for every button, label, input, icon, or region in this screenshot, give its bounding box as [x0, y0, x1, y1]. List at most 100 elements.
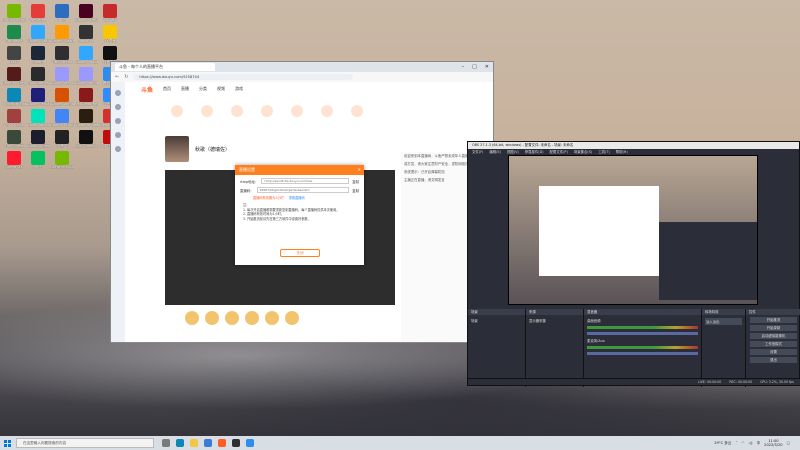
desktop-icon[interactable]: Adobe Animate: [50, 88, 74, 106]
desktop-icon[interactable]: Steam: [26, 46, 50, 64]
desktop-icon[interactable]: Adobe Bridge: [74, 109, 98, 127]
desktop-icon[interactable]: Adobe Media Encoder: [26, 88, 50, 106]
desktop-icon[interactable]: BattlEye: [74, 25, 98, 43]
close-dialog-button[interactable]: 关闭: [280, 249, 320, 257]
category-icon[interactable]: [321, 105, 333, 117]
desktop-icon[interactable]: NVIDIA Geforce: [2, 4, 26, 22]
minimize-icon[interactable]: –: [462, 64, 465, 70]
reset-key-link[interactable]: 重置直播码: [289, 196, 305, 200]
source-item[interactable]: 显示器采集: [529, 318, 580, 323]
store-icon[interactable]: [204, 439, 212, 447]
start-streaming-button[interactable]: 开始推流: [750, 317, 797, 323]
avatar[interactable]: [165, 136, 189, 162]
nav-item[interactable]: 分类: [199, 86, 207, 92]
network-icon[interactable]: ◠: [741, 441, 744, 445]
gift-icon[interactable]: [225, 311, 239, 325]
start-recording-button[interactable]: 开始录制: [750, 325, 797, 331]
refresh-icon[interactable]: ↻: [124, 74, 128, 80]
browser-tab[interactable]: 斗鱼 - 每个人的直播平台: [115, 63, 215, 71]
weather-widget[interactable]: 29°C 多云: [714, 441, 731, 446]
gift-icon[interactable]: [205, 311, 219, 325]
desktop-icon[interactable]: Adobe After Effects: [50, 67, 74, 85]
desktop-icon[interactable]: WeGame: [26, 4, 50, 22]
desktop-icon[interactable]: OBS Studio: [50, 46, 74, 64]
gift-icon[interactable]: [285, 311, 299, 325]
desktop-icon[interactable]: Microsoft Edge: [2, 88, 26, 106]
nav-item[interactable]: 直播: [181, 86, 189, 92]
desktop-icon[interactable]: GeForce Experience: [50, 151, 74, 169]
category-icon[interactable]: [231, 105, 243, 117]
menu-item[interactable]: 编辑(E): [489, 149, 501, 155]
desktop-icon[interactable]: Adobe Photoshop: [74, 46, 98, 64]
desktop-icon[interactable]: Adobe Dimension: [26, 130, 50, 148]
obs-preview[interactable]: [508, 155, 758, 305]
address-bar[interactable]: https://www.douyu.com/9258744: [133, 74, 354, 80]
category-icon[interactable]: [351, 105, 363, 117]
stream-key-field[interactable]: 9258744rgXnOuGmJe?wsSecret=: [256, 187, 350, 193]
desktop-icon[interactable]: Dead by Daylight: [2, 67, 26, 85]
desktop-icon[interactable]: AIDA64: [98, 4, 122, 22]
settings-button[interactable]: 设置: [750, 349, 797, 355]
volume-icon[interactable]: ◁): [748, 441, 752, 445]
desktop-icon[interactable]: The Forest: [2, 130, 26, 148]
edge-icon[interactable]: [176, 439, 184, 447]
maximize-icon[interactable]: □: [472, 64, 477, 70]
ime-indicator[interactable]: 中: [757, 441, 761, 446]
desktop-icon[interactable]: 雷鸟: [50, 4, 74, 22]
desktop-icon[interactable]: Adobe Audition: [26, 109, 50, 127]
close-icon[interactable]: ✕: [485, 64, 489, 70]
obs-app-icon[interactable]: [232, 439, 240, 447]
virtual-camera-button[interactable]: 启动虚拟摄像机: [750, 333, 797, 339]
transition-select[interactable]: 淡入淡出: [705, 318, 742, 325]
file-explorer-icon[interactable]: [190, 439, 198, 447]
copy-server-button[interactable]: 复制: [352, 179, 359, 184]
menu-item[interactable]: 文件(F): [472, 149, 483, 155]
server-field[interactable]: rtmp://sendtc3a.douyu.com/live: [261, 178, 350, 184]
desktop-icon[interactable]: Red Dead Redemption: [74, 88, 98, 106]
back-icon[interactable]: ←: [115, 74, 119, 80]
volume-meter: [587, 346, 698, 349]
studio-mode-button[interactable]: 工作室模式: [750, 341, 797, 347]
volume-slider[interactable]: [587, 352, 698, 355]
category-icon[interactable]: [201, 105, 213, 117]
close-icon[interactable]: ✕: [358, 165, 361, 175]
scene-item[interactable]: 场景: [471, 318, 522, 323]
desktop-icon[interactable]: Epic Games: [26, 67, 50, 85]
exit-button[interactable]: 退出: [750, 357, 797, 363]
desktop-icon[interactable]: Opera GX: [2, 151, 26, 169]
app-icon: [7, 109, 21, 123]
volume-slider[interactable]: [587, 332, 698, 335]
desktop-icon[interactable]: Adobe Lightroom: [26, 25, 50, 43]
desktop-icon[interactable]: 小黑盒: [50, 130, 74, 148]
app-icon: [55, 4, 69, 18]
gift-icon[interactable]: [185, 311, 199, 325]
notification-icon[interactable]: ▢: [787, 441, 790, 445]
desktop-icon[interactable]: 微信: [26, 151, 50, 169]
gift-icon[interactable]: [245, 311, 259, 325]
category-icon[interactable]: [171, 105, 183, 117]
desktop-icon[interactable]: Google Chrome: [50, 109, 74, 127]
desktop-icon[interactable]: Adobe InDesign: [74, 4, 98, 22]
desktop-icon[interactable]: Adobe Illustrator: [50, 25, 74, 43]
start-button[interactable]: [0, 436, 14, 450]
category-icon[interactable]: [261, 105, 273, 117]
desktop-icon[interactable]: Adobe Premiere: [74, 67, 98, 85]
nav-item[interactable]: 视频: [217, 86, 225, 92]
desktop-icon[interactable]: ARK Online: [2, 109, 26, 127]
category-icon[interactable]: [291, 105, 303, 117]
taskbar-search[interactable]: 在这里输入你要搜索的内容: [16, 438, 154, 448]
nav-item[interactable]: 首页: [163, 86, 171, 92]
desktop-icon[interactable]: Camtasia: [2, 25, 26, 43]
site-logo[interactable]: 斗鱼: [141, 85, 153, 94]
desktop-icon[interactable]: DayZ: [2, 46, 26, 64]
nav-item[interactable]: 游戏: [235, 86, 243, 92]
copy-key-button[interactable]: 复制: [352, 188, 359, 193]
desktop-icon[interactable]: YY语音: [98, 25, 122, 43]
browser-app-icon[interactable]: [218, 439, 226, 447]
chevron-up-icon[interactable]: ˄: [735, 441, 737, 445]
task-view-icon[interactable]: [162, 439, 170, 447]
desktop-icon[interactable]: Epic Games Launcher: [74, 130, 98, 148]
clock[interactable]: 11:00 2022/5/20: [764, 439, 782, 447]
settings-app-icon[interactable]: [246, 439, 254, 447]
gift-icon[interactable]: [265, 311, 279, 325]
